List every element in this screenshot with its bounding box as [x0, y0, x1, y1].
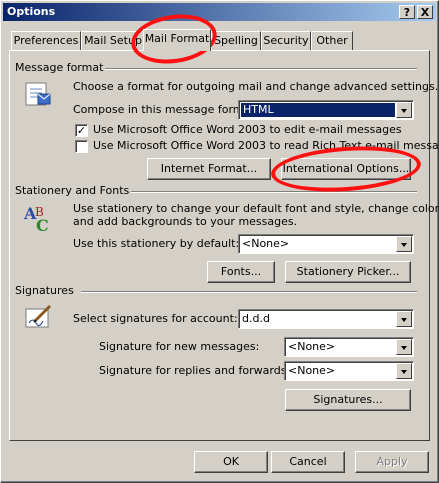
signature-pen-icon [23, 303, 53, 334]
divider [131, 191, 417, 193]
tab-mail-format[interactable]: Mail Format [143, 29, 211, 51]
message-format-description: Choose a format for outgoing mail and ch… [73, 80, 439, 93]
ok-button[interactable]: OK [194, 451, 268, 473]
signatures-heading: Signatures [15, 284, 74, 297]
new-signature-label: Signature for new messages: [99, 340, 260, 353]
signatures-button[interactable]: Signatures... [285, 389, 411, 411]
use-word-edit-label[interactable]: Use Microsoft Office Word 2003 to edit e… [93, 123, 402, 137]
signature-account-value: d.d.d [242, 312, 270, 325]
internet-format-button[interactable]: Internet Format... [147, 158, 271, 180]
checkmark-icon: ✓ [76, 124, 87, 137]
signature-account-select[interactable]: d.d.d [238, 309, 414, 329]
default-stationery-select[interactable]: <None> [238, 234, 414, 254]
international-options-button[interactable]: International Options... [281, 158, 411, 180]
signature-account-label: Select signatures for account: [73, 312, 238, 325]
use-word-read-label[interactable]: Use Microsoft Office Word 2003 to read R… [93, 139, 439, 153]
stationery-heading: Stationery and Fonts [15, 184, 130, 197]
options-dialog: Options ? X Preferences Mail Setup Mail … [0, 0, 439, 483]
chevron-down-icon[interactable] [396, 236, 412, 252]
chevron-down-icon[interactable] [396, 339, 412, 355]
use-word-edit-checkbox[interactable]: ✓ [75, 124, 88, 137]
tab-security[interactable]: Security [261, 31, 311, 50]
reply-signature-label: Signature for replies and forwards: [99, 364, 291, 377]
tab-mail-setup[interactable]: Mail Setup [81, 31, 145, 50]
tab-other[interactable]: Other [311, 31, 353, 50]
mail-format-icon [23, 81, 53, 112]
tab-preferences[interactable]: Preferences [11, 31, 81, 50]
new-signature-select[interactable]: <None> [284, 337, 414, 357]
default-stationery-value: <None> [242, 237, 290, 250]
default-stationery-label: Use this stationery by default: [73, 237, 240, 250]
help-button[interactable]: ? [399, 5, 415, 19]
stationery-description-line-1: Use stationery to change your default fo… [73, 202, 439, 215]
tab-spelling[interactable]: Spelling [211, 31, 261, 50]
stationery-picker-button[interactable]: Stationery Picker... [285, 261, 411, 283]
compose-format-label: Compose in this message format: [73, 103, 259, 116]
svg-text:C: C [36, 216, 49, 233]
use-word-read-checkbox[interactable] [75, 140, 88, 153]
window-title: Options [7, 5, 56, 18]
divider [105, 68, 417, 70]
divider [81, 291, 417, 293]
compose-format-value: HTML [241, 103, 395, 117]
apply-button[interactable]: Apply [355, 451, 429, 473]
reply-signature-select[interactable]: <None> [284, 361, 414, 381]
stationery-description-line-2: and add backgrounds to your messages. [73, 215, 298, 228]
chevron-down-icon[interactable] [396, 102, 412, 118]
title-bar[interactable]: Options ? X [3, 3, 436, 21]
fonts-button[interactable]: Fonts... [207, 261, 275, 283]
close-button[interactable]: X [417, 5, 433, 19]
stationery-fonts-icon: ABC [23, 203, 53, 236]
new-signature-value: <None> [288, 340, 336, 353]
cancel-button[interactable]: Cancel [271, 451, 345, 473]
chevron-down-icon[interactable] [396, 363, 412, 379]
reply-signature-value: <None> [288, 364, 336, 377]
message-format-heading: Message format [15, 61, 104, 74]
chevron-down-icon[interactable] [396, 311, 412, 327]
compose-format-select[interactable]: HTML [238, 100, 414, 120]
